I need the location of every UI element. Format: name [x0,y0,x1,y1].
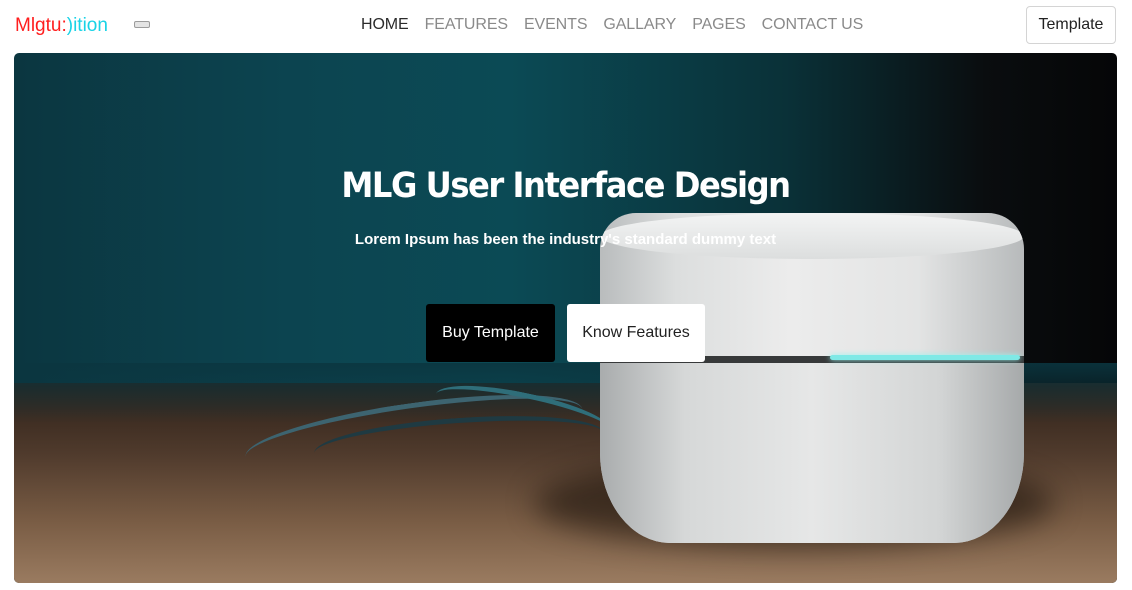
hero-title: MLG User Interface Design [341,166,791,206]
nav-item-pages[interactable]: PAGES [684,14,753,36]
menu-toggle-icon[interactable] [134,21,150,28]
know-features-button[interactable]: Know Features [567,304,705,362]
hero-subtitle: Lorem Ipsum has been the industry's stan… [354,231,777,248]
brand-logo[interactable]: Mlgtu:)ition [15,15,108,37]
brand-logo-part2: )ition [66,15,108,36]
router-image [600,213,1024,543]
hero-banner: MLG User Interface Design Lorem Ipsum ha… [14,53,1117,583]
buy-template-button[interactable]: Buy Template [426,304,555,362]
nav-item-events[interactable]: EVENTS [516,14,595,36]
main-nav: HOME FEATURES EVENTS GALLARY PAGES CONTA… [353,14,871,36]
brand-logo-part1: Mlgtu: [15,15,67,36]
nav-item-home[interactable]: HOME [353,14,417,36]
nav-item-contact-us[interactable]: CONTACT US [754,14,872,36]
nav-item-gallary[interactable]: GALLARY [595,14,684,36]
router-lower-section [600,363,1024,543]
router-light-icon [830,355,1020,360]
nav-item-features[interactable]: FEATURES [417,14,516,36]
template-button[interactable]: Template [1026,6,1116,44]
navbar: Mlgtu:)ition HOME FEATURES EVENTS GALLAR… [0,0,1132,52]
